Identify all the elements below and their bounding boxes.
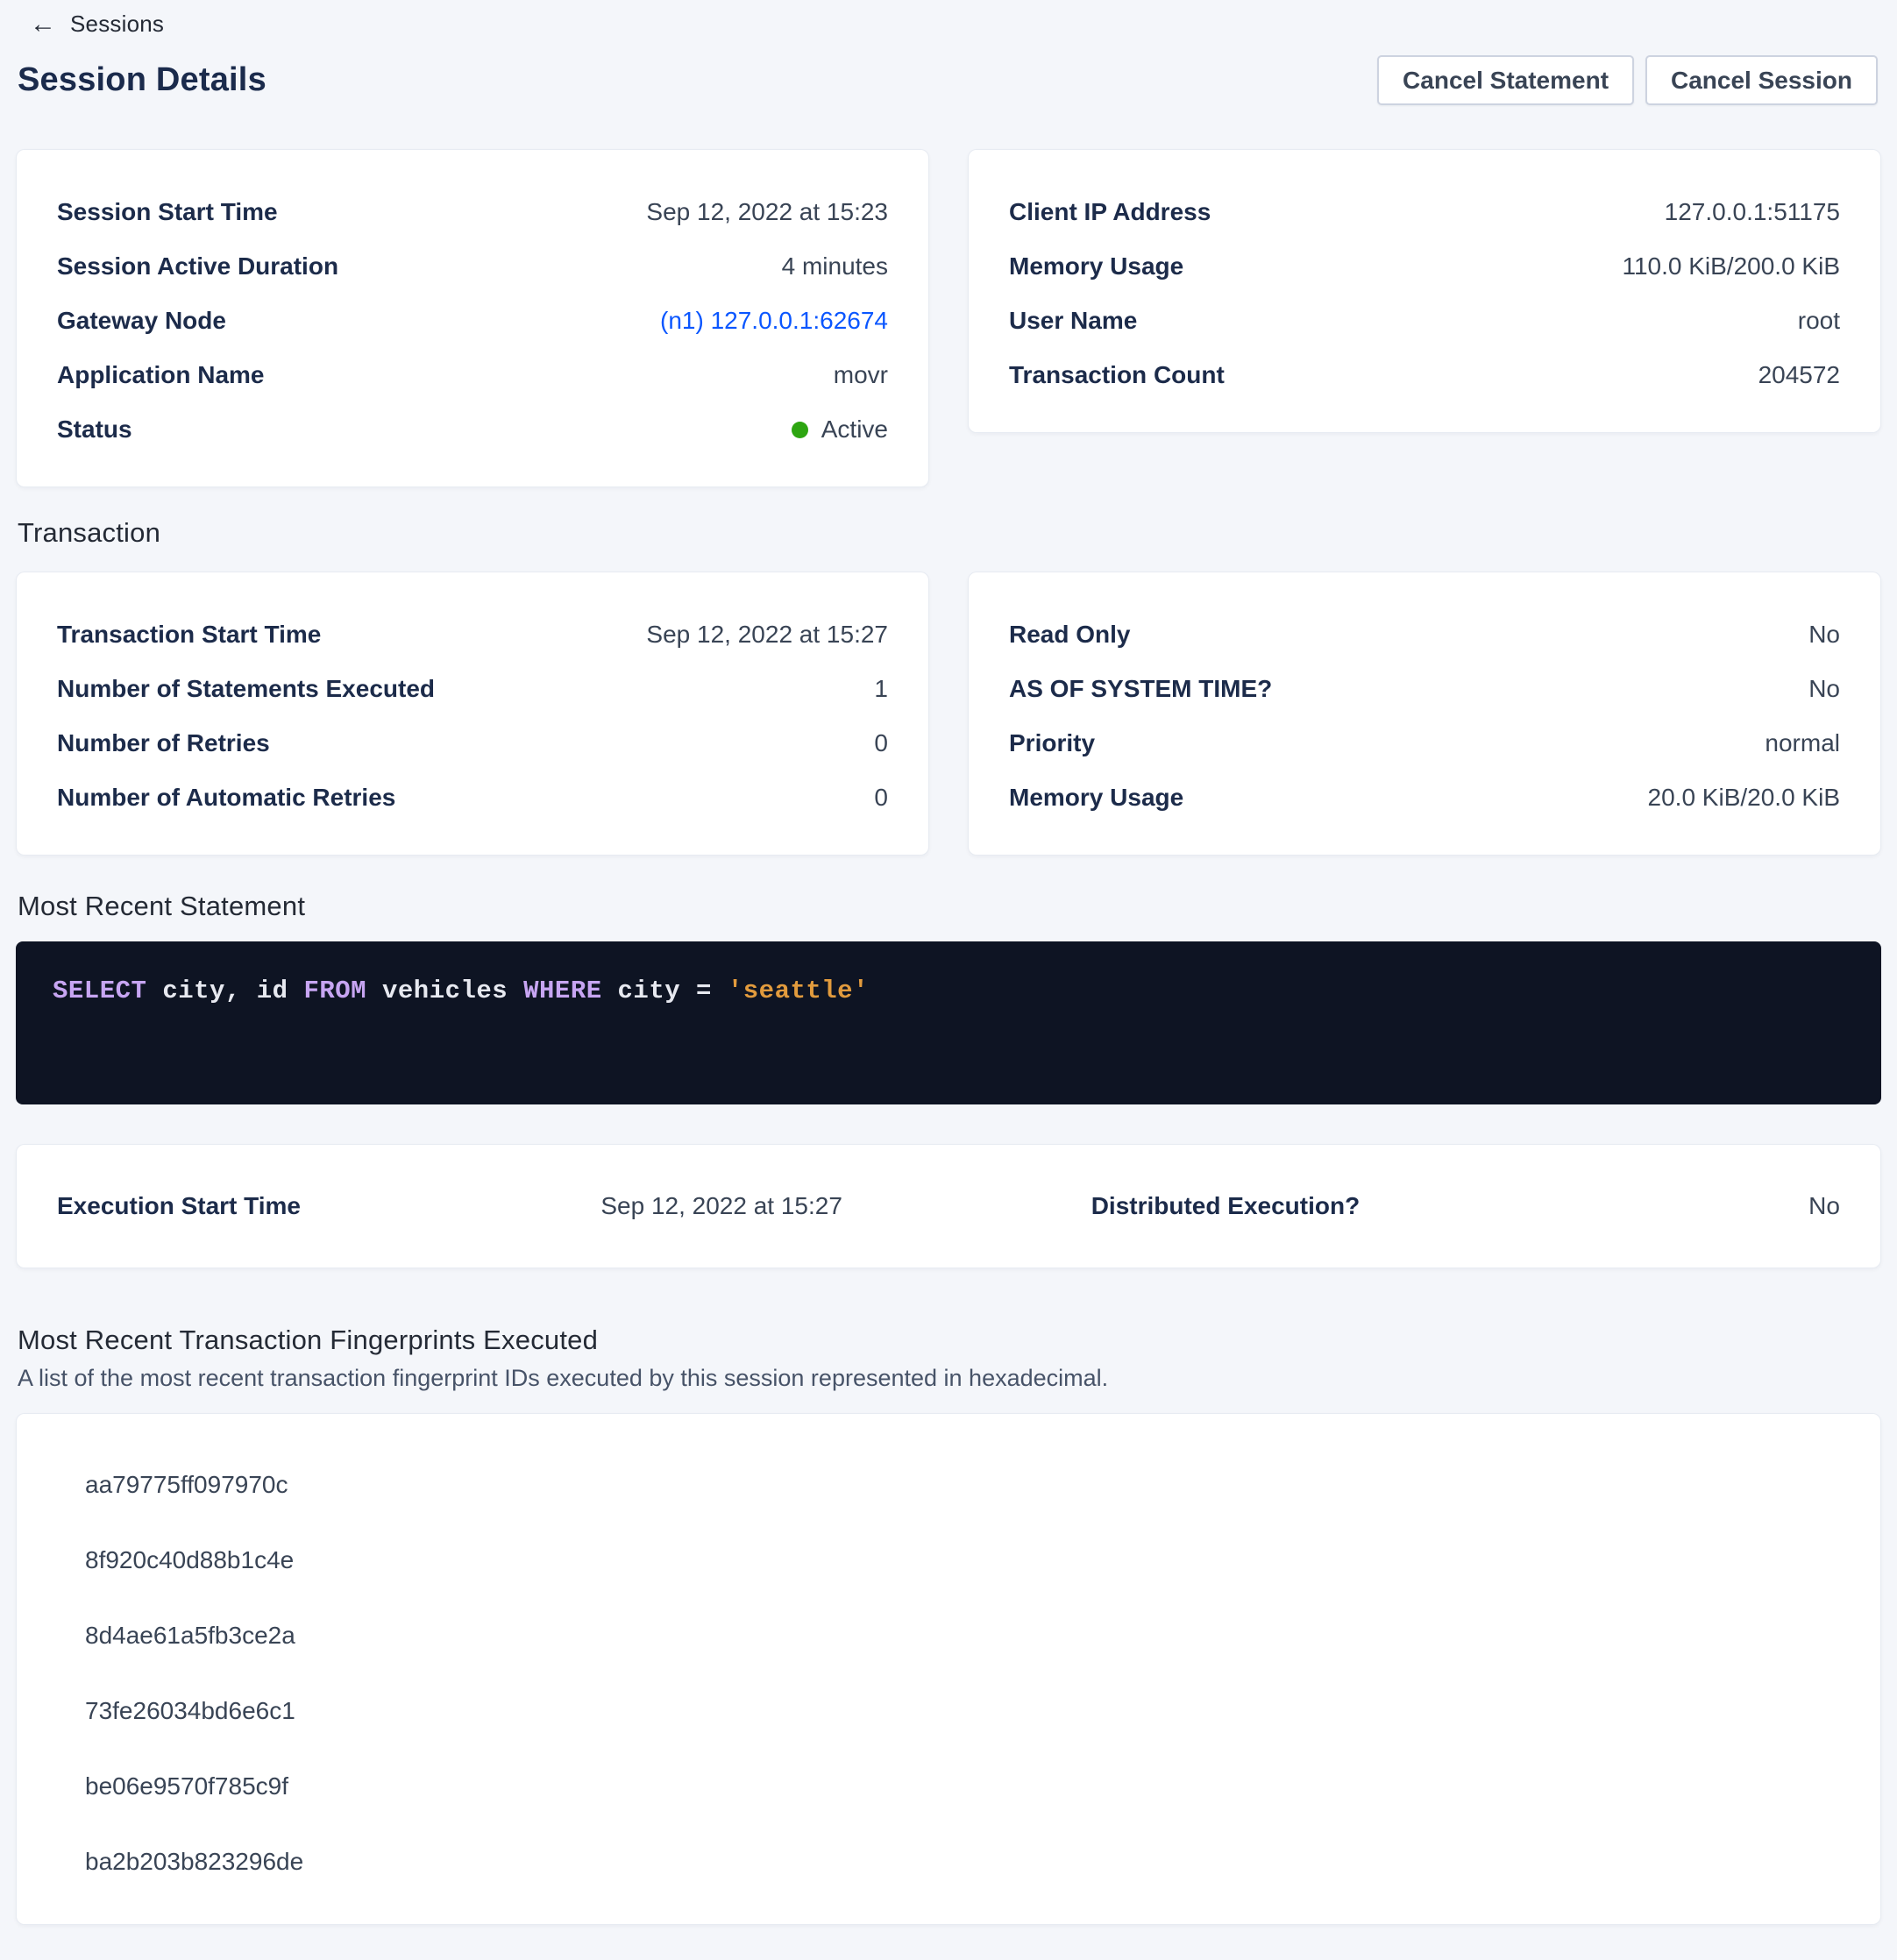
status-text: Active [821, 415, 888, 444]
row-label: Read Only [1009, 621, 1130, 649]
transaction-section-title: Transaction [18, 517, 1881, 549]
priority-row: Priority normal [1009, 716, 1840, 771]
row-label: Number of Statements Executed [57, 675, 435, 703]
transaction-count-row: Transaction Count 204572 [1009, 348, 1840, 402]
transaction-right-card: Read Only No AS OF SYSTEM TIME? No Prior… [968, 572, 1881, 856]
sql-token-string: 'seattle' [728, 976, 869, 1005]
status-dot-icon [792, 422, 808, 438]
application-name-row: Application Name movr [57, 348, 888, 402]
sql-token-plain: city = [602, 976, 728, 1005]
user-name-row: User Name root [1009, 294, 1840, 348]
status-row: Status Active [57, 402, 888, 457]
row-value: Sep 12, 2022 at 15:23 [646, 198, 888, 226]
row-label: Priority [1009, 729, 1095, 757]
sql-statement: SELECT city, id FROM vehicles WHERE city… [53, 976, 869, 1005]
fingerprint-item: aa79775ff097970c [17, 1447, 1880, 1523]
fingerprint-item: 8d4ae61a5fb3ce2a [17, 1598, 1880, 1673]
as-of-system-time-row: AS OF SYSTEM TIME? No [1009, 662, 1840, 716]
row-label: Number of Retries [57, 729, 270, 757]
client-ip-row: Client IP Address 127.0.0.1:51175 [1009, 185, 1840, 239]
row-label: Application Name [57, 361, 264, 389]
row-label: Memory Usage [1009, 252, 1183, 281]
execution-start-time-label: Execution Start Time [57, 1192, 600, 1220]
retries-row: Number of Retries 0 [57, 716, 888, 771]
row-value: normal [1765, 729, 1840, 757]
fingerprint-item: be06e9570f785c9f [17, 1749, 1880, 1824]
distributed-execution-label: Distributed Execution? [1091, 1192, 1564, 1220]
row-value: Sep 12, 2022 at 15:27 [646, 621, 888, 649]
sql-token-plain: vehicles [366, 976, 523, 1005]
page-header: Session Details Cancel Statement Cancel … [18, 55, 1881, 105]
sql-token-keyword: SELECT [53, 976, 146, 1005]
row-label: Session Active Duration [57, 252, 338, 281]
row-label: Transaction Count [1009, 361, 1225, 389]
execution-start-time-value: Sep 12, 2022 at 15:27 [600, 1192, 1091, 1220]
row-value: 204572 [1758, 361, 1840, 389]
sql-token-keyword: WHERE [523, 976, 602, 1005]
transaction-cards-row: Transaction Start Time Sep 12, 2022 at 1… [16, 572, 1881, 856]
row-value: movr [834, 361, 888, 389]
cancel-statement-button[interactable]: Cancel Statement [1377, 55, 1634, 105]
fingerprints-section-title: Most Recent Transaction Fingerprints Exe… [18, 1324, 1881, 1356]
status-badge: Active [792, 415, 888, 444]
fingerprint-item: 73fe26034bd6e6c1 [17, 1673, 1880, 1749]
row-value: 0 [874, 784, 888, 812]
row-label: AS OF SYSTEM TIME? [1009, 675, 1272, 703]
row-label: Session Start Time [57, 198, 278, 226]
distributed-execution-value: No [1564, 1192, 1840, 1220]
row-value: 110.0 KiB/200.0 KiB [1622, 252, 1840, 281]
gateway-node-row: Gateway Node (n1) 127.0.0.1:62674 [57, 294, 888, 348]
client-info-card: Client IP Address 127.0.0.1:51175 Memory… [968, 149, 1881, 433]
row-value: root [1798, 307, 1840, 335]
gateway-node-link[interactable]: (n1) 127.0.0.1:62674 [660, 307, 888, 335]
fingerprint-item: ba2b203b823296de [17, 1824, 1880, 1900]
row-value: No [1808, 675, 1840, 703]
fingerprint-item: 8f920c40d88b1c4e [17, 1523, 1880, 1598]
memory-usage-row: Memory Usage 110.0 KiB/200.0 KiB [1009, 239, 1840, 294]
read-only-row: Read Only No [1009, 607, 1840, 662]
sql-token-keyword: FROM [303, 976, 366, 1005]
session-cards-row: Session Start Time Sep 12, 2022 at 15:23… [16, 149, 1881, 487]
header-actions: Cancel Statement Cancel Session [1377, 55, 1881, 105]
row-label: User Name [1009, 307, 1137, 335]
row-label: Client IP Address [1009, 198, 1211, 226]
transaction-left-card: Transaction Start Time Sep 12, 2022 at 1… [16, 572, 929, 856]
row-value: 127.0.0.1:51175 [1665, 198, 1840, 226]
session-active-duration-row: Session Active Duration 4 minutes [57, 239, 888, 294]
fingerprints-description: A list of the most recent transaction fi… [18, 1365, 1881, 1392]
execution-card: Execution Start Time Sep 12, 2022 at 15:… [16, 1144, 1881, 1268]
sql-statement-block: SELECT city, id FROM vehicles WHERE city… [16, 941, 1881, 1104]
fingerprint-list: aa79775ff097970c8f920c40d88b1c4e8d4ae61a… [17, 1447, 1880, 1900]
breadcrumb: ← Sessions [16, 0, 1881, 38]
sql-token-plain: city, id [146, 976, 303, 1005]
session-details-page: ← Sessions Session Details Cancel Statem… [0, 0, 1897, 1960]
row-value: 20.0 KiB/20.0 KiB [1648, 784, 1840, 812]
statement-section-title: Most Recent Statement [18, 891, 1881, 922]
session-overview-card: Session Start Time Sep 12, 2022 at 15:23… [16, 149, 929, 487]
statements-executed-row: Number of Statements Executed 1 [57, 662, 888, 716]
row-value: 4 minutes [782, 252, 888, 281]
session-start-time-row: Session Start Time Sep 12, 2022 at 15:23 [57, 185, 888, 239]
automatic-retries-row: Number of Automatic Retries 0 [57, 771, 888, 825]
back-arrow-icon[interactable]: ← [30, 11, 56, 38]
txn-memory-usage-row: Memory Usage 20.0 KiB/20.0 KiB [1009, 771, 1840, 825]
row-label: Status [57, 415, 132, 444]
row-label: Number of Automatic Retries [57, 784, 395, 812]
cancel-session-button[interactable]: Cancel Session [1645, 55, 1878, 105]
row-label: Gateway Node [57, 307, 226, 335]
row-value: No [1808, 621, 1840, 649]
page-title: Session Details [18, 61, 266, 99]
back-link[interactable]: Sessions [70, 11, 164, 38]
transaction-start-time-row: Transaction Start Time Sep 12, 2022 at 1… [57, 607, 888, 662]
row-value: 0 [874, 729, 888, 757]
row-value: 1 [874, 675, 888, 703]
fingerprints-card: aa79775ff097970c8f920c40d88b1c4e8d4ae61a… [16, 1413, 1881, 1925]
row-label: Transaction Start Time [57, 621, 321, 649]
row-label: Memory Usage [1009, 784, 1183, 812]
